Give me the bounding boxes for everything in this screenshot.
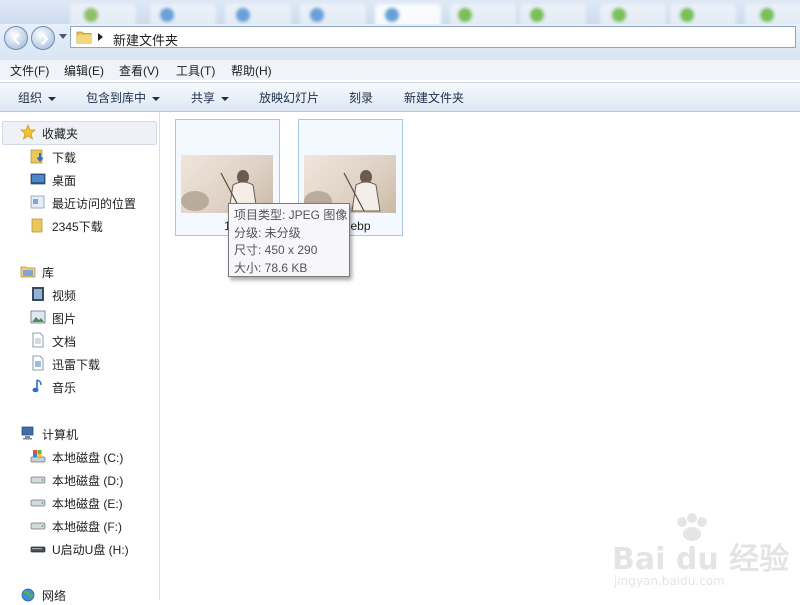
organize-label: 组织: [18, 91, 43, 105]
recent-places-icon: [30, 195, 45, 209]
sidebar-libraries-label: 库: [42, 266, 55, 280]
menu-help[interactable]: 帮助(H): [231, 62, 272, 79]
tooltip-rating: 分级: 未分级: [234, 225, 301, 240]
share-label: 共享: [191, 91, 216, 105]
sidebar-item-label: 视频: [52, 289, 77, 303]
tooltip-size: 大小: 78.6 KB: [234, 260, 308, 275]
drive-icon: [30, 522, 46, 530]
breadcrumb-arrow-icon[interactable]: [98, 33, 103, 41]
folder-icon: [31, 218, 43, 233]
burn-button[interactable]: 刻录: [349, 89, 373, 106]
sidebar-item-label: 图片: [52, 312, 77, 326]
system-drive-icon: [30, 450, 46, 463]
menu-bar: 文件(F) 编辑(E) 查看(V) 工具(T) 帮助(H): [0, 60, 800, 80]
library-icon: [20, 266, 36, 278]
download-folder-icon: [30, 149, 44, 164]
forward-button[interactable]: [31, 26, 55, 50]
music-icon: [32, 379, 42, 393]
watermark-brand: Bai du 经验: [612, 542, 790, 577]
usb-drive-icon: [30, 546, 46, 553]
sidebar-item-label: 迅雷下载: [52, 358, 101, 372]
command-toolbar: 组织 包含到库中 共享 放映幻灯片 刻录 新建文件夹: [0, 82, 800, 112]
sidebar-item-label: 2345下载: [52, 220, 103, 234]
sidebar-item-label: 本地磁盘 (F:): [52, 520, 122, 534]
sidebar-network-label: 网络: [42, 589, 67, 603]
recent-pages-dropdown[interactable]: [59, 34, 67, 39]
desktop-icon: [30, 173, 46, 185]
address-bar: 新建文件夹: [0, 24, 800, 61]
forward-arrow-icon: [41, 33, 49, 45]
back-arrow-icon: [12, 33, 20, 45]
drive-icon: [30, 476, 46, 484]
menu-file[interactable]: 文件(F): [10, 62, 49, 79]
folder-icon: [76, 31, 92, 44]
sidebar-item-label: 文档: [52, 335, 77, 349]
back-button[interactable]: [4, 26, 28, 50]
picture-icon: [30, 310, 46, 324]
sidebar-item-label: U启动U盘 (H:): [52, 543, 129, 557]
slideshow-button[interactable]: 放映幻灯片: [259, 89, 319, 106]
address-input[interactable]: 新建文件夹: [70, 26, 796, 48]
navigation-pane: 收藏夹 下载 桌面 最近访问的位置 2345下载 库 视频 图片 文档 迅雷下载…: [0, 112, 160, 603]
menu-edit[interactable]: 编辑(E): [64, 62, 104, 79]
sidebar-item-label: 最近访问的位置: [52, 197, 137, 211]
sidebar-item-label: 音乐: [52, 381, 77, 395]
organize-button[interactable]: 组织: [18, 89, 57, 106]
chevron-down-icon: [152, 96, 161, 101]
menu-view[interactable]: 查看(V): [119, 62, 159, 79]
include-in-library-button[interactable]: 包含到库中: [86, 89, 161, 106]
sidebar-item-label: 本地磁盘 (D:): [52, 474, 124, 488]
sidebar-item-label: 下载: [52, 151, 77, 165]
sidebar-favorites-label: 收藏夹: [42, 127, 79, 141]
sidebar-item-label: 本地磁盘 (E:): [52, 497, 123, 511]
computer-icon: [21, 426, 34, 440]
baidu-watermark: Bai du 经验 jingyan.baidu.com: [612, 512, 792, 592]
video-icon: [32, 287, 44, 301]
drive-icon: [30, 499, 46, 507]
file-info-tooltip: 项目类型: JPEG 图像 分级: 未分级 尺寸: 450 x 290 大小: …: [228, 203, 350, 277]
watermark-url: jingyan.baidu.com: [614, 574, 725, 588]
star-icon: [20, 124, 36, 140]
sidebar-item-label: 桌面: [52, 174, 77, 188]
chevron-down-icon: [221, 96, 230, 101]
tooltip-type: 项目类型: JPEG 图像: [234, 208, 348, 222]
breadcrumb-current[interactable]: 新建文件夹: [113, 30, 178, 49]
new-folder-button[interactable]: 新建文件夹: [404, 89, 464, 106]
tooltip-dimensions: 尺寸: 450 x 290: [234, 243, 318, 257]
document-icon: [32, 332, 44, 348]
sidebar-computer-label: 计算机: [42, 428, 79, 442]
include-in-library-label: 包含到库中: [86, 91, 147, 105]
sidebar-item-label: 本地磁盘 (C:): [52, 451, 124, 465]
menu-tools[interactable]: 工具(T): [176, 62, 215, 79]
share-button[interactable]: 共享: [191, 89, 230, 106]
chevron-down-icon: [48, 96, 57, 101]
thunder-icon: [32, 355, 44, 371]
